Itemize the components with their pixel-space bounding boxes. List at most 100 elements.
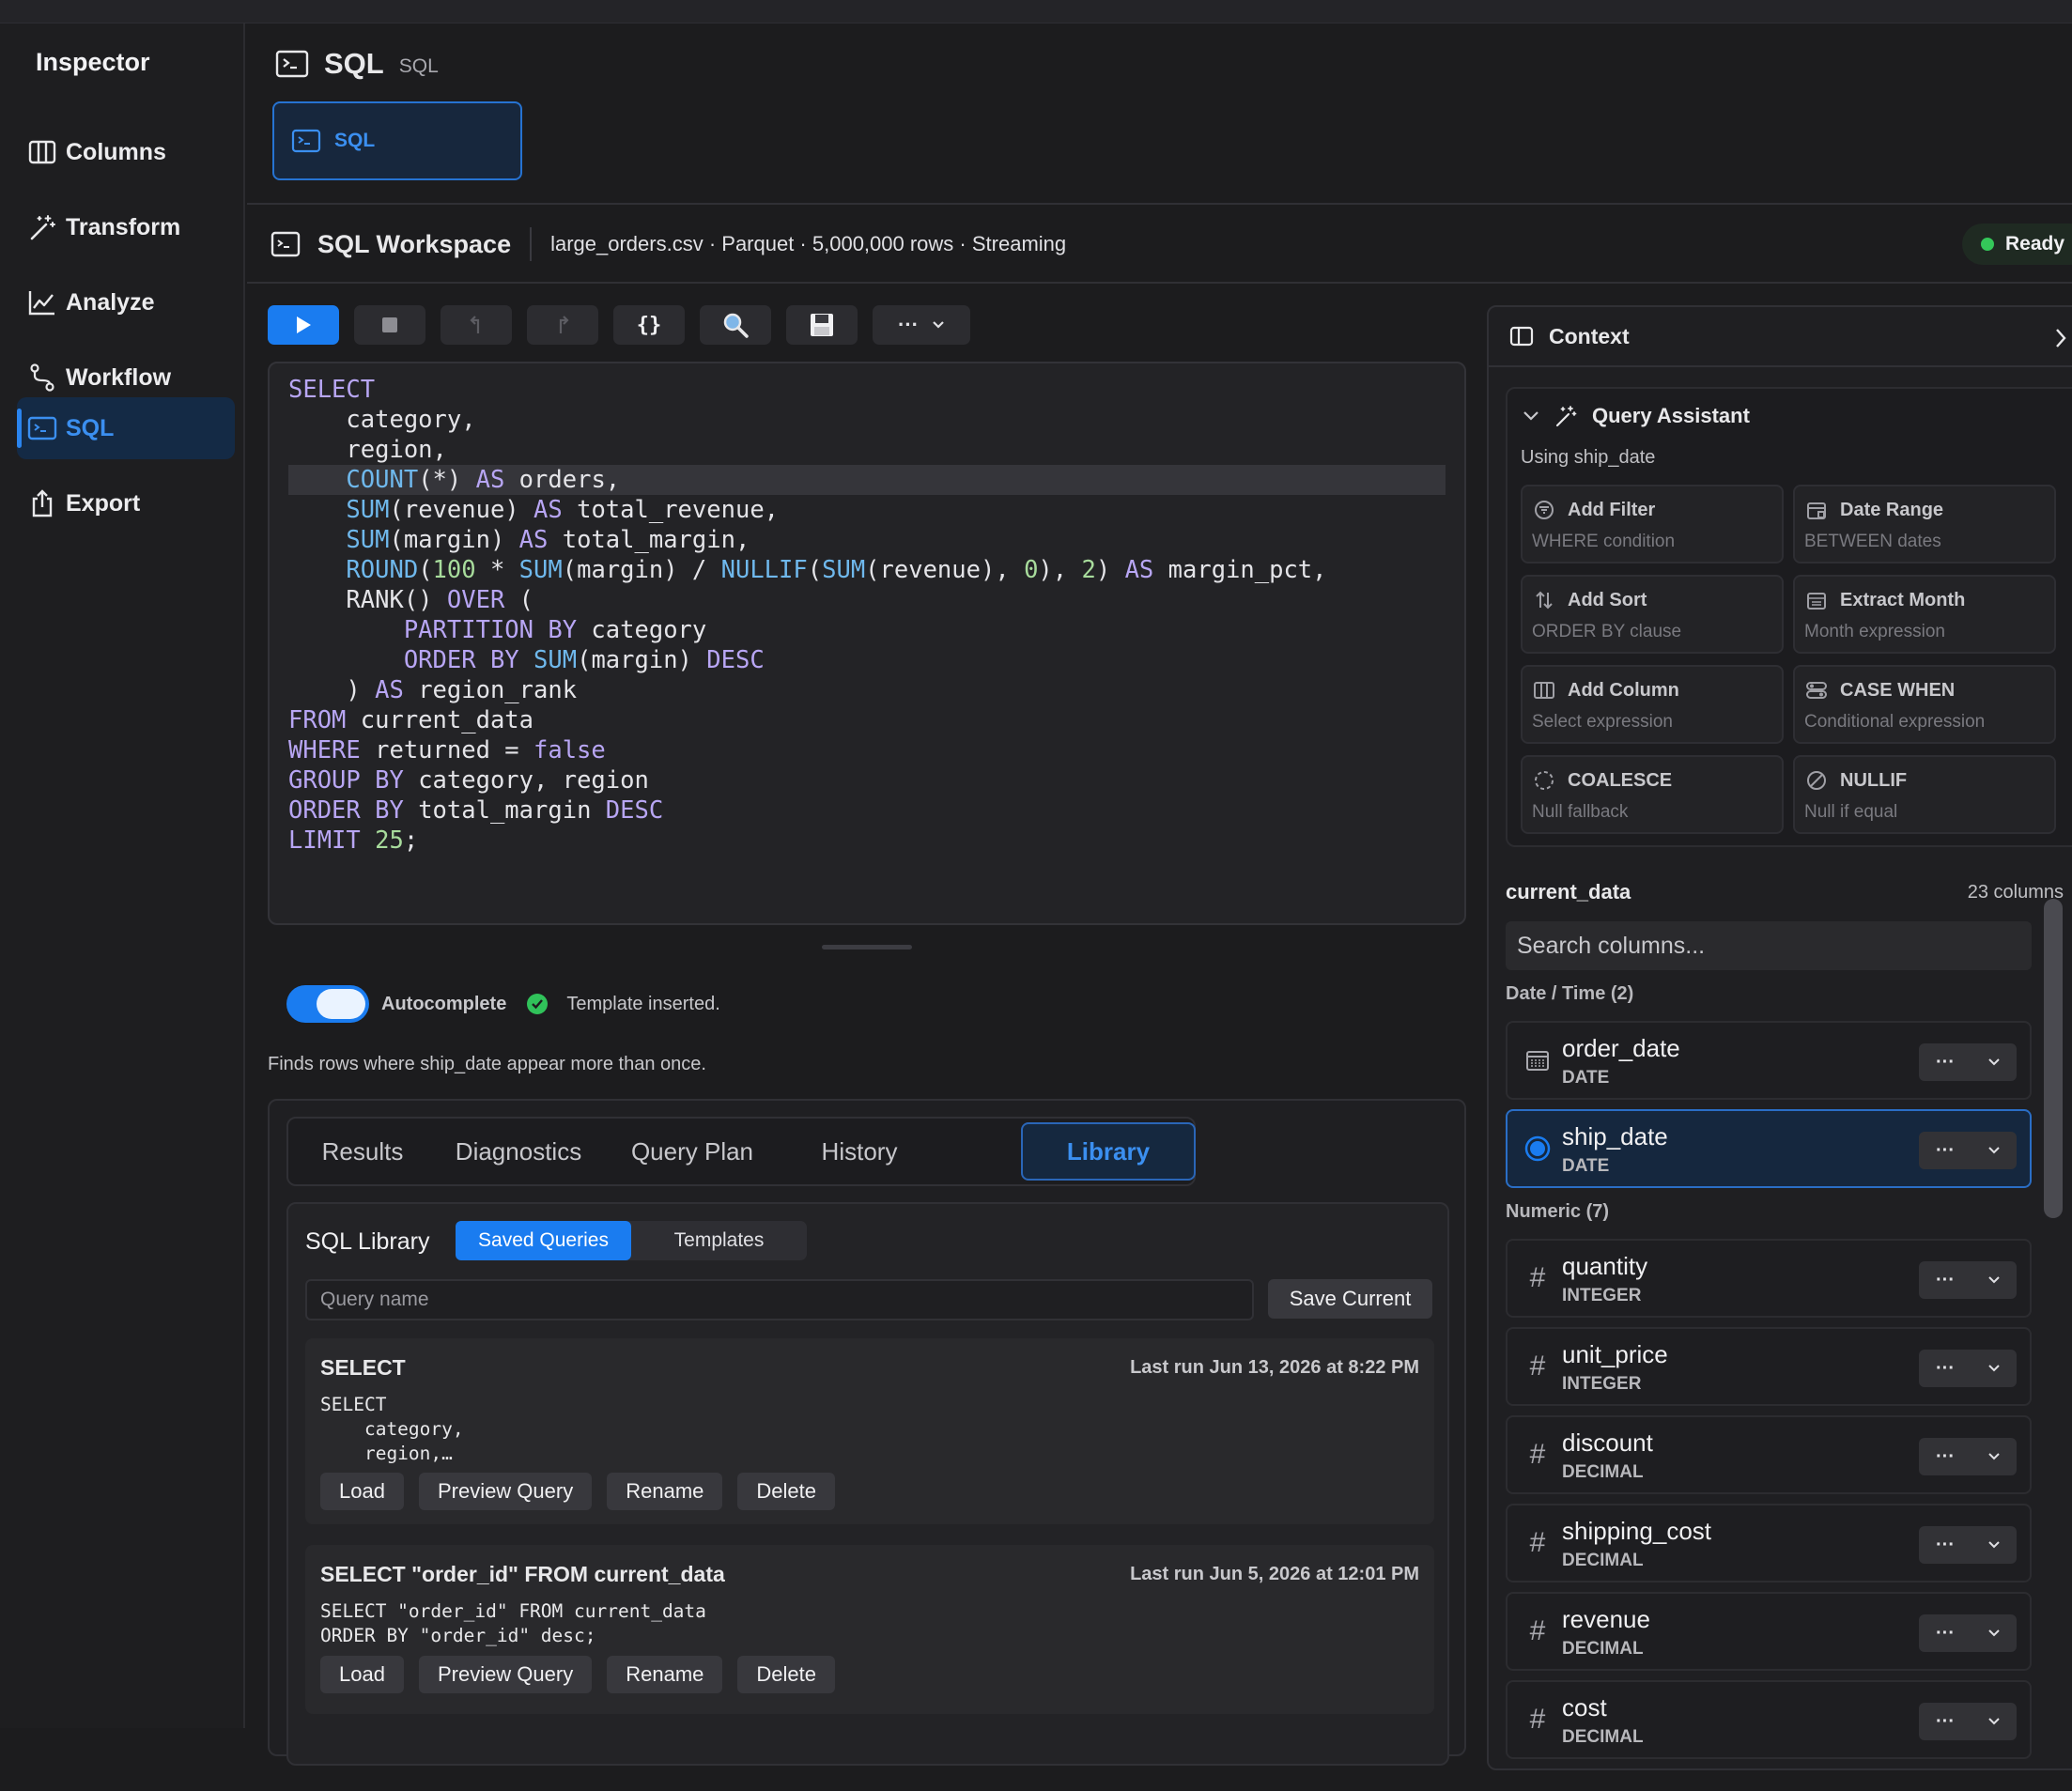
sidebar-item-transform[interactable]: Transform <box>17 196 235 258</box>
column-item-discount[interactable]: # discount DECIMAL ··· <box>1506 1415 2032 1494</box>
code-line[interactable]: category, <box>288 405 1446 435</box>
sidebar-item-analyze[interactable]: Analyze <box>17 271 235 333</box>
format-button[interactable]: {} <box>613 305 685 345</box>
more-actions-button[interactable]: ··· <box>873 305 970 345</box>
column-actions-button[interactable]: ··· <box>1919 1703 2017 1740</box>
status-dot <box>1980 238 1994 251</box>
code-line[interactable]: RANK() OVER ( <box>288 585 1446 615</box>
assistant-action-add-sort[interactable]: Add Sort ORDER BY clause <box>1521 575 1784 654</box>
assistant-action-coalesce[interactable]: COALESCE Null fallback <box>1521 755 1784 834</box>
hash-icon: # <box>1529 1615 1546 1646</box>
load-button[interactable]: Load <box>320 1473 404 1510</box>
column-item-revenue[interactable]: # revenue DECIMAL ··· <box>1506 1592 2032 1671</box>
assistant-action-add-column[interactable]: Add Column Select expression <box>1521 665 1784 744</box>
filter-icon <box>1532 498 1556 522</box>
column-actions-button[interactable]: ··· <box>1919 1132 2017 1169</box>
code-line[interactable]: SUM(margin) AS total_margin, <box>288 525 1446 555</box>
segment-saved-queries[interactable]: Saved Queries <box>456 1221 631 1260</box>
assistant-action-name: CASE WHEN <box>1804 678 1955 703</box>
sidebar-item-label: SQL <box>66 414 115 441</box>
column-actions-button[interactable]: ··· <box>1919 1438 2017 1475</box>
hash-icon: # <box>1529 1527 1546 1558</box>
undo-button[interactable] <box>441 305 512 345</box>
column-actions-button[interactable]: ··· <box>1919 1043 2017 1081</box>
column-item-order-date[interactable]: order_date DATE ··· <box>1506 1021 2032 1100</box>
code-line[interactable]: SELECT <box>288 375 1446 405</box>
assistant-action-desc: BETWEEN dates <box>1804 532 1941 551</box>
find-button[interactable] <box>700 305 771 345</box>
code-line[interactable]: ORDER BY SUM(margin) DESC <box>288 645 1446 675</box>
column-actions-button[interactable]: ··· <box>1919 1350 2017 1387</box>
assistant-action-desc: Month expression <box>1804 622 1945 641</box>
tab-query-plan[interactable]: Query Plan <box>608 1122 777 1181</box>
assistant-action-nullif[interactable]: NULLIF Null if equal <box>1793 755 2056 834</box>
sql-code[interactable]: SELECT category, region, COUNT(*) AS ord… <box>288 375 1446 856</box>
code-line[interactable]: ) AS region_rank <box>288 675 1446 705</box>
resize-handle[interactable] <box>822 945 912 950</box>
column-item-quantity[interactable]: # quantity INTEGER ··· <box>1506 1239 2032 1318</box>
query-actions: Load Preview Query Rename Delete <box>320 1473 835 1510</box>
code-line[interactable]: PARTITION BY category <box>288 615 1446 645</box>
column-actions-button[interactable]: ··· <box>1919 1614 2017 1652</box>
segment-templates[interactable]: Templates <box>631 1221 807 1260</box>
preview-query-button[interactable]: Preview Query <box>418 1656 593 1693</box>
tab-diagnostics[interactable]: Diagnostics <box>429 1122 608 1181</box>
code-line[interactable]: ORDER BY total_margin DESC <box>288 795 1446 826</box>
column-name: revenue <box>1562 1605 1650 1633</box>
autocomplete-toggle[interactable] <box>286 985 369 1023</box>
check-icon <box>527 994 549 1014</box>
action-label: COALESCE <box>1568 769 1673 791</box>
assistant-action-add-filter[interactable]: Add Filter WHERE condition <box>1521 485 1784 564</box>
context-panel: Context Query Assistant Using ship_date … <box>1487 305 2072 1770</box>
code-line[interactable]: COUNT(*) AS orders, <box>288 465 1446 495</box>
sidebar-item-export[interactable]: Export <box>17 472 235 534</box>
sidebar-item-columns[interactable]: Columns <box>17 121 235 183</box>
column-item-ship-date[interactable]: ship_date DATE ··· <box>1506 1109 2032 1188</box>
column-actions-button[interactable]: ··· <box>1919 1261 2017 1299</box>
stop-button[interactable] <box>354 305 425 345</box>
saved-query-card: SELECT "order_id" FROM current_data Last… <box>305 1545 1434 1714</box>
query-assistant-header[interactable]: Query Assistant <box>1523 404 1750 428</box>
save-button[interactable] <box>786 305 858 345</box>
code-line[interactable]: LIMIT 25; <box>288 826 1446 856</box>
column-item-cost[interactable]: # cost DECIMAL ··· <box>1506 1680 2032 1759</box>
terminal-icon <box>291 129 321 153</box>
redo-button[interactable] <box>527 305 598 345</box>
sql-editor[interactable]: SELECT category, region, COUNT(*) AS ord… <box>268 362 1466 925</box>
sidebar-panel-icon <box>1509 326 1534 347</box>
save-current-button[interactable]: Save Current <box>1268 1279 1432 1319</box>
rename-button[interactable]: Rename <box>607 1656 723 1693</box>
rename-button[interactable]: Rename <box>607 1473 723 1510</box>
load-button[interactable]: Load <box>320 1656 404 1693</box>
search-columns-input[interactable]: Search columns... <box>1506 921 2032 970</box>
code-line[interactable]: FROM current_data <box>288 705 1446 735</box>
tab-results[interactable]: Results <box>292 1122 433 1181</box>
assistant-action-date-range[interactable]: Date Range BETWEEN dates <box>1793 485 2056 564</box>
column-actions-button[interactable]: ··· <box>1919 1526 2017 1564</box>
column-item-unit-price[interactable]: # unit_price INTEGER ··· <box>1506 1327 2032 1406</box>
sql-mode-button[interactable]: SQL <box>272 101 522 180</box>
scrollbar[interactable] <box>2044 899 2063 1218</box>
code-line[interactable]: WHERE returned = false <box>288 735 1446 765</box>
query-name-input[interactable]: Query name <box>305 1279 1254 1320</box>
column-group-label: Date / Time (2) <box>1506 983 1634 1004</box>
delete-button[interactable]: Delete <box>737 1656 835 1693</box>
code-line[interactable]: SUM(revenue) AS total_revenue, <box>288 495 1446 525</box>
column-item-shipping-cost[interactable]: # shipping_cost DECIMAL ··· <box>1506 1504 2032 1583</box>
preview-query-button[interactable]: Preview Query <box>418 1473 593 1510</box>
code-line[interactable]: ROUND(100 * SUM(margin) / NULLIF(SUM(rev… <box>288 555 1446 585</box>
column-type: DATE <box>1562 1068 1610 1088</box>
dashed-circle-icon <box>1532 768 1556 793</box>
chevron-down-icon <box>1988 1453 2000 1460</box>
code-line[interactable]: GROUP BY category, region <box>288 765 1446 795</box>
chevron-right-icon[interactable] <box>2054 328 2067 348</box>
run-button[interactable] <box>268 305 339 345</box>
tab-library[interactable]: Library <box>1021 1122 1196 1181</box>
toggle-knob <box>317 989 365 1019</box>
assistant-action-case-when[interactable]: CASE WHEN Conditional expression <box>1793 665 2056 744</box>
code-line[interactable]: region, <box>288 435 1446 465</box>
delete-button[interactable]: Delete <box>737 1473 835 1510</box>
sidebar-item-sql[interactable]: SQL <box>17 397 235 459</box>
assistant-action-extract-month[interactable]: Extract Month Month expression <box>1793 575 2056 654</box>
tab-history[interactable]: History <box>777 1122 942 1181</box>
